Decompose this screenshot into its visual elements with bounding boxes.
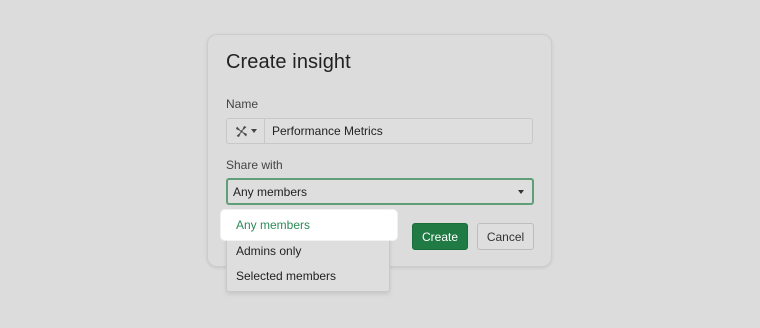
share-with-select[interactable]: Any members <box>226 178 534 205</box>
name-field <box>226 118 533 144</box>
dialog-title: Create insight <box>226 51 351 73</box>
option-admins-only[interactable]: Admins only <box>227 238 389 263</box>
option-selected-members[interactable]: Selected members <box>227 263 389 288</box>
pinwheel-icon <box>235 125 247 137</box>
icon-picker-button[interactable] <box>227 119 265 143</box>
option-any-members[interactable]: Any members <box>221 210 397 240</box>
chevron-down-icon <box>518 189 524 194</box>
cancel-button[interactable]: Cancel <box>477 223 534 250</box>
share-with-value: Any members <box>233 184 308 199</box>
share-with-label: Share with <box>226 158 283 172</box>
name-label: Name <box>226 97 259 111</box>
create-button[interactable]: Create <box>412 223 468 250</box>
chevron-down-icon <box>250 129 257 133</box>
share-options-menu: Any members Admins only Selected members <box>221 210 397 292</box>
name-input[interactable] <box>265 119 532 143</box>
